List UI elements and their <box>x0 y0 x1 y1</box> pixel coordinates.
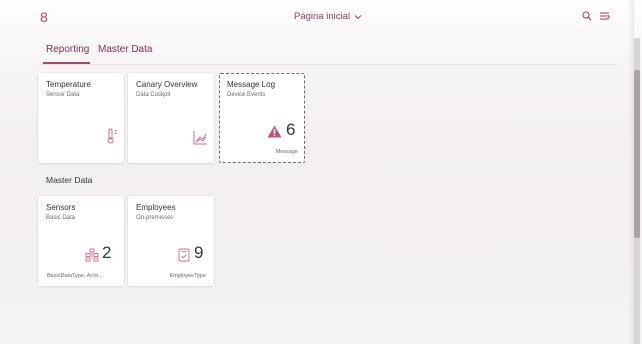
tile-title: Employees <box>136 203 176 212</box>
tile-footer: BasicDataType, Activ... <box>47 273 103 279</box>
tile-title: Temperature <box>46 80 91 89</box>
tile-footer: EmployeeType <box>169 273 206 279</box>
search-icon[interactable] <box>581 10 595 24</box>
document-check-icon <box>178 248 190 262</box>
tile-subtitle: Basic Data <box>46 215 76 221</box>
anchor-tab-bar: Reporting Master Data <box>38 38 618 65</box>
tile-canary-overview[interactable]: Canary Overview Data Cockpit <box>128 73 214 163</box>
tab-master-data[interactable]: Master Data <box>98 44 152 56</box>
tile-number: 9 <box>194 243 204 262</box>
vertical-scrollbar-thumb[interactable] <box>634 70 640 238</box>
tile-temperature[interactable]: Temperature Sensor Data <box>38 73 124 163</box>
tile-subtitle: Device Events <box>227 92 266 98</box>
tile-title: Canary Overview <box>136 80 198 89</box>
tile-number: 2 <box>102 243 112 262</box>
network-icon <box>85 248 99 262</box>
selected-tab-indicator <box>43 62 90 64</box>
group-title-master-data: Master Data <box>46 175 93 185</box>
notifications-menu-icon[interactable] <box>598 10 612 24</box>
tile-sensors[interactable]: Sensors Basic Data 2 BasicDataType, Acti… <box>38 196 124 286</box>
tile-subtitle: Sensor Data <box>46 92 80 98</box>
alert-icon <box>267 125 282 138</box>
logo[interactable]: 8 <box>40 7 48 27</box>
tab-reporting[interactable]: Reporting <box>46 44 89 56</box>
tile-title: Sensors <box>46 203 76 212</box>
tile-subtitle: On-premisses <box>136 215 174 221</box>
tile-subtitle: Data Cockpit <box>136 92 171 98</box>
tile-title: Message Log <box>227 80 276 89</box>
tile-footer: Message <box>275 149 298 155</box>
tile-employees[interactable]: Employees On-premisses 9 EmployeeType <box>128 196 214 286</box>
home-title-dropdown[interactable]: Página inicial <box>294 11 362 23</box>
home-title-label: Página inicial <box>294 11 350 22</box>
shell-bar: 8 Página inicial <box>0 0 634 36</box>
tile-number: 6 <box>286 120 296 139</box>
line-chart-icon <box>193 130 208 145</box>
tile-message-log[interactable]: Message Log Device Events 6 Message <box>219 73 305 163</box>
chevron-down-icon <box>354 14 362 20</box>
thermometer-icon <box>106 128 120 144</box>
launchpad-page: 8 Página inicial Reporting Master Data T… <box>0 0 642 344</box>
